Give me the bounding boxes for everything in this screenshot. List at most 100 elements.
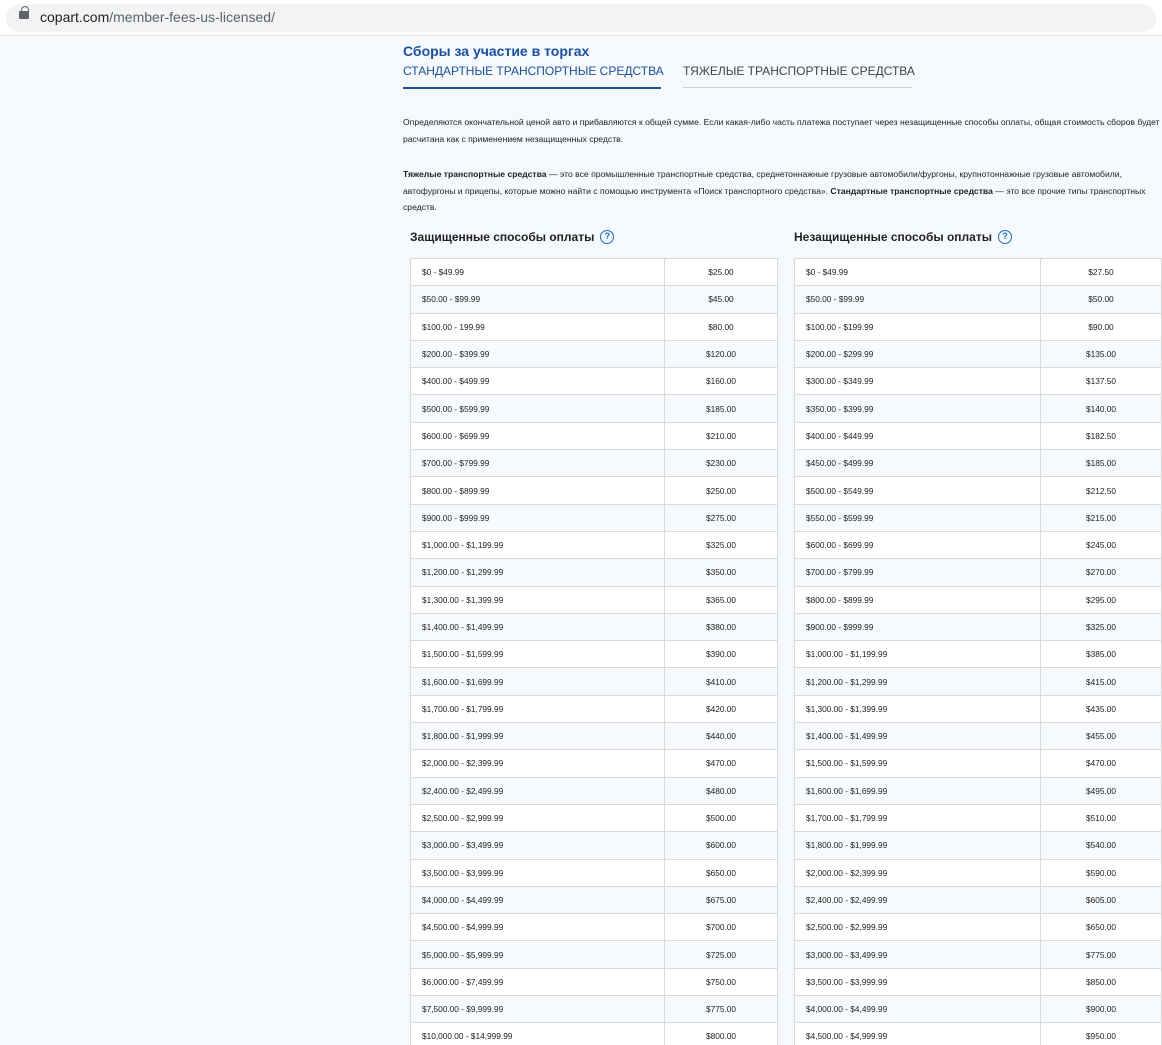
fee-cell: $470.00 (706, 758, 736, 769)
table-row: $100.00 - $199.99 $90.00 (795, 313, 1161, 341)
table-row: $1,000.00 - $1,199.99 $385.00 (795, 641, 1161, 669)
fee-cell: $385.00 (1086, 649, 1116, 660)
fee-cell: $365.00 (706, 594, 736, 605)
price-range-cell: $800.00 - $899.99 (411, 477, 665, 504)
fee-cell: $650.00 (706, 867, 736, 878)
price-range-cell: $500.00 - $549.99 (795, 477, 1041, 504)
price-range-cell: $100.00 - $199.99 (795, 313, 1041, 340)
url-domain: copart.com (40, 9, 110, 25)
table-row: $1,300.00 - $1,399.99 $435.00 (795, 695, 1161, 724)
table-row: $1,800.00 - $1,999.99 $540.00 (795, 832, 1161, 860)
price-range-cell: $1,800.00 - $1,999.99 (411, 723, 665, 750)
secured-payments-heading: Защищенные способы оплаты ? (410, 230, 615, 244)
fee-cell: $470.00 (1086, 758, 1116, 769)
table-row: $1,300.00 - $1,399.99 $365.00 (411, 586, 777, 614)
fee-cell: $435.00 (1086, 703, 1116, 714)
table-row: $4,000.00 - $4,499.99 $675.00 (411, 886, 777, 915)
price-range-cell: $1,000.00 - $1,199.99 (795, 641, 1041, 668)
price-range-cell: $500.00 - $599.99 (411, 395, 665, 422)
browser-address-bar[interactable]: copart.com/member-fees-us-licensed/ (0, 0, 1162, 36)
fee-cell: $440.00 (706, 731, 736, 742)
table-row: $100.00 - 199.99 $80.00 (411, 313, 777, 341)
table-row: $1,700.00 - $1,799.99 $510.00 (795, 804, 1161, 833)
tab-standard-vehicles[interactable]: СТАНДАРТНЫЕ ТРАНСПОРТНЫЕ СРЕДСТВА (403, 64, 664, 89)
table-row: $7,500.00 - $9,999.99 $775.00 (411, 996, 777, 1024)
table-row: $1,500.00 - $1,599.99 $390.00 (411, 641, 777, 669)
price-range-cell: $10,000.00 - $14,999.99 (411, 1023, 665, 1045)
price-range-cell: $2,400.00 - $2,499.99 (411, 777, 665, 804)
price-range-cell: $3,500.00 - $3,999.99 (795, 968, 1041, 996)
fee-cell: $210.00 (706, 430, 736, 441)
table-row: $3,500.00 - $3,999.99 $650.00 (411, 859, 777, 887)
table-row: $0 - $49.99 $25.00 (411, 259, 777, 287)
table-row: $1,200.00 - $1,299.99 $415.00 (795, 668, 1161, 696)
fee-cell: $750.00 (706, 976, 736, 987)
price-range-cell: $4,500.00 - $4,999.99 (795, 1023, 1041, 1045)
fee-cell: $605.00 (1086, 894, 1116, 905)
price-range-cell: $1,700.00 - $1,799.99 (795, 804, 1041, 832)
fee-cell: $325.00 (706, 540, 736, 551)
price-range-cell: $5,000.00 - $5,999.99 (411, 941, 665, 968)
table-row: $700.00 - $799.99 $230.00 (411, 450, 777, 478)
url-text[interactable]: copart.com/member-fees-us-licensed/ (40, 9, 275, 25)
fee-cell: $137.50 (1086, 376, 1116, 387)
price-range-cell: $4,000.00 - $4,499.99 (795, 996, 1041, 1023)
table-row: $2,000.00 - $2,399.99 $590.00 (795, 859, 1161, 887)
unsecured-fees-table: $0 - $49.99 $27.50 $50.00 - $99.99 $50.00 $1… (794, 258, 1162, 1045)
table-row: $1,500.00 - $1,599.99 $470.00 (795, 750, 1161, 778)
fee-cell: $295.00 (1086, 594, 1116, 605)
table-row: $2,400.00 - $2,499.99 $480.00 (411, 777, 777, 805)
tab-heavy-vehicles[interactable]: ТЯЖЕЛЫЕ ТРАНСПОРТНЫЕ СРЕДСТВА (683, 64, 915, 88)
table-row: $10,000.00 - $14,999.99 $800.00 (411, 1023, 777, 1045)
fee-cell: $325.00 (1086, 622, 1116, 632)
fee-cell: $480.00 (706, 785, 736, 796)
price-range-cell: $600.00 - $699.99 (795, 531, 1041, 559)
table-row: $0 - $49.99 $27.50 (795, 259, 1161, 287)
price-range-cell: $4,500.00 - $4,999.99 (411, 914, 665, 941)
table-row: $4,500.00 - $4,999.99 $950.00 (795, 1023, 1161, 1045)
table-row: $1,200.00 - $1,299.99 $350.00 (411, 559, 777, 587)
fee-cell: $850.00 (1086, 976, 1116, 987)
price-range-cell: $700.00 - $799.99 (795, 559, 1041, 586)
fee-cell: $380.00 (706, 622, 736, 632)
fee-cell: $250.00 (706, 485, 736, 496)
lock-icon[interactable] (19, 6, 29, 19)
fee-cell: $135.00 (1086, 349, 1116, 360)
url-path: /member-fees-us-licensed/ (109, 9, 275, 25)
fee-cell: $160.00 (706, 376, 736, 387)
price-range-cell: $3,500.00 - $3,999.99 (411, 859, 665, 886)
price-range-cell: $350.00 - $399.99 (795, 395, 1041, 422)
fee-cell: $540.00 (1086, 840, 1116, 851)
price-range-cell: $1,500.00 - $1,599.99 (411, 641, 665, 668)
fee-cell: $270.00 (1086, 567, 1116, 578)
unsecured-payments-title: Незащищенные способы оплаты (794, 230, 992, 244)
fee-cell: $775.00 (1086, 949, 1116, 960)
fee-cell: $675.00 (706, 894, 736, 905)
table-row: $3,500.00 - $3,999.99 $850.00 (795, 968, 1161, 997)
price-range-cell: $6,000.00 - $7,499.99 (411, 968, 665, 996)
table-row: $550.00 - $599.99 $215.00 (795, 504, 1161, 532)
table-row: $800.00 - $899.99 $250.00 (411, 477, 777, 505)
question-circle-icon[interactable]: ? (600, 230, 615, 244)
standard-term: Стандартные транспортные средства (830, 185, 993, 196)
table-row: $50.00 - $99.99 $50.00 (795, 286, 1161, 314)
fee-cell: $510.00 (1086, 813, 1116, 824)
table-row: $1,600.00 - $1,699.99 $410.00 (411, 668, 777, 696)
price-range-cell: $3,000.00 - $3,499.99 (795, 941, 1041, 968)
table-row: $400.00 - $449.99 $182.50 (795, 422, 1161, 451)
price-range-cell: $1,200.00 - $1,299.99 (795, 668, 1041, 695)
price-range-cell: $50.00 - $99.99 (411, 286, 665, 313)
table-row: $900.00 - $999.99 $325.00 (795, 613, 1161, 642)
question-circle-icon[interactable]: ? (997, 230, 1012, 244)
fee-cell: $215.00 (1086, 512, 1116, 523)
table-row: $1,700.00 - $1,799.99 $420.00 (411, 695, 777, 724)
price-range-cell: $1,000.00 - $1,199.99 (411, 531, 665, 559)
table-row: $6,000.00 - $7,499.99 $750.00 (411, 968, 777, 997)
price-range-cell: $1,200.00 - $1,299.99 (411, 559, 665, 586)
table-row: $200.00 - $399.99 $120.00 (411, 340, 777, 369)
price-range-cell: $1,300.00 - $1,399.99 (411, 586, 665, 613)
table-row: $4,000.00 - $4,499.99 $900.00 (795, 996, 1161, 1024)
price-range-cell: $3,000.00 - $3,499.99 (411, 832, 665, 859)
price-range-cell: $900.00 - $999.99 (795, 613, 1041, 641)
fee-cell: $275.00 (706, 512, 736, 523)
